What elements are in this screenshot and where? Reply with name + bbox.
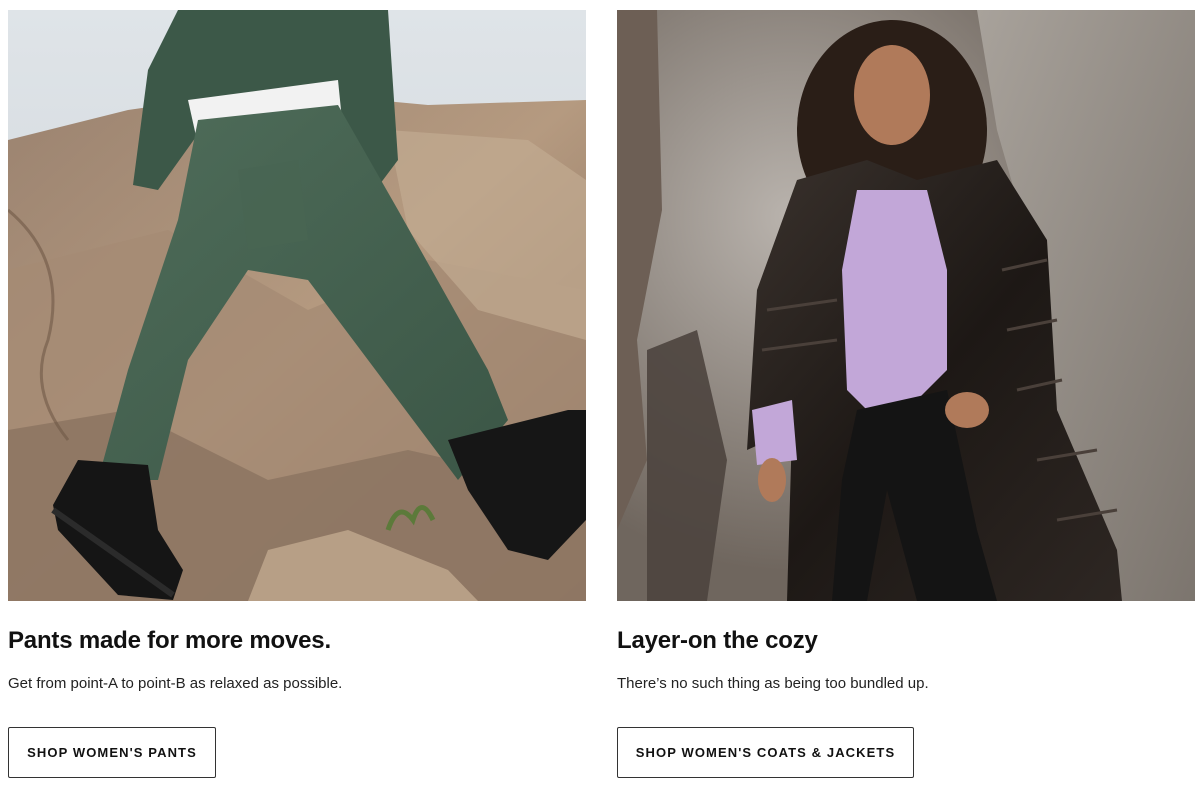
- shop-womens-coats-jackets-button[interactable]: SHOP WOMEN'S COATS & JACKETS: [617, 727, 914, 778]
- pants-promo-description: Get from point-A to point-B as relaxed a…: [8, 675, 343, 692]
- pants-photo-illustration: [8, 10, 586, 601]
- coats-promo-image[interactable]: [617, 10, 1195, 601]
- pants-promo-image[interactable]: [8, 10, 586, 601]
- shop-womens-pants-button[interactable]: SHOP WOMEN'S PANTS: [8, 727, 216, 778]
- coats-photo-illustration: [617, 10, 1195, 601]
- pants-promo-title: Pants made for more moves.: [8, 627, 331, 654]
- coats-promo-description: There’s no such thing as being too bundl…: [617, 675, 929, 692]
- coats-promo-title: Layer-on the cozy: [617, 627, 818, 654]
